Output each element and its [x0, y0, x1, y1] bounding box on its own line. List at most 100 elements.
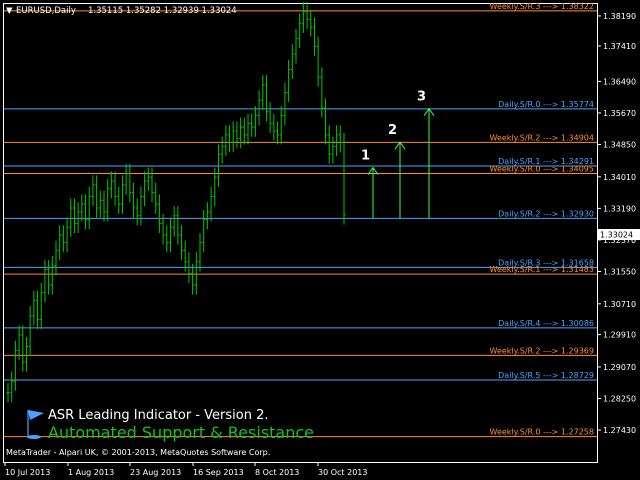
y-tick-label: 1.31550: [603, 267, 636, 276]
x-tick-label: 23 Aug 2013: [130, 468, 181, 477]
arrow-number: 3: [417, 90, 426, 105]
price-bar: [106, 179, 110, 222]
price-bar: [324, 98, 328, 145]
price-bar: [205, 202, 209, 230]
price-bar: [272, 113, 276, 141]
price-bar: [283, 82, 287, 126]
price-chart[interactable]: Weekly.S/R.3 ---> 1.38322 Daily.S/R.0 ---…: [0, 0, 640, 480]
price-bar: [312, 17, 316, 56]
price-bar: [80, 194, 84, 222]
price-bar: [72, 198, 76, 233]
price-bar: [143, 171, 147, 207]
price-bar: [146, 167, 150, 191]
price-bar: [6, 383, 10, 403]
price-bar: [36, 290, 40, 330]
level-label: Daily.S/R.0 ---> 1.35774: [498, 100, 594, 109]
price-bar: [287, 59, 291, 103]
target-arrow: 2: [388, 123, 406, 219]
price-bar: [198, 233, 202, 272]
chart-dropdown-icon[interactable]: ▼: [6, 6, 13, 16]
price-bar: [117, 186, 121, 214]
level-label: Weekly.S/R.0 ---> 1.27258: [490, 428, 595, 437]
price-bar: [76, 202, 80, 233]
price-bar: [132, 182, 136, 218]
price-bar: [338, 125, 342, 153]
x-tick-label: 16 Sep 2013: [193, 468, 244, 477]
arrow-number: 2: [388, 123, 397, 138]
level-label: Daily.S/R.5 ---> 1.28729: [498, 371, 594, 380]
price-bar: [91, 175, 95, 207]
level-label: Weekly.S/R.3 ---> 1.38322: [490, 2, 595, 11]
price-bar: [58, 225, 62, 260]
price-bar: [61, 225, 65, 253]
y-tick-label: 1.29070: [603, 363, 636, 372]
price-bar: [309, 9, 313, 37]
current-price-label: 1.33024: [600, 231, 633, 240]
price-bar: [109, 171, 113, 199]
level-label: Daily.S/R.4 ---> 1.30086: [498, 319, 594, 328]
price-bar: [290, 44, 294, 80]
price-bar: [32, 290, 36, 326]
target-arrow: 1: [361, 149, 379, 219]
price-bar: [172, 206, 176, 237]
chart-ohlc: 1.35115 1.35282 1.32939 1.33024: [88, 6, 237, 16]
price-bar: [253, 105, 257, 137]
price-bar: [327, 125, 331, 164]
price-bar: [191, 263, 195, 295]
y-tick-label: 1.29910: [603, 331, 636, 340]
price-bar: [165, 225, 169, 253]
time-axis[interactable]: 10 Jul 2013 1 Aug 2013 23 Aug 2013 16 Sep 2…: [4, 462, 367, 477]
indicator-title: ASR Leading Indicator - Version 2.: [48, 408, 269, 423]
price-bar: [242, 117, 246, 145]
arrow-number: 1: [361, 149, 370, 164]
level-label: Weekly.S/R.2 ---> 1.29369: [490, 346, 595, 355]
x-tick-label: 8 Oct 2013: [255, 468, 299, 477]
price-bar: [239, 117, 243, 149]
price-bar: [113, 171, 117, 207]
price-bar: [194, 252, 198, 295]
price-bar: [301, 2, 305, 33]
level-label: Weekly.S/R.1 ---> 1.31483: [490, 265, 595, 274]
y-tick-label: 1.38190: [603, 12, 636, 21]
price-bar: [235, 121, 239, 149]
y-tick-label: 1.30710: [603, 300, 636, 309]
y-tick-label: 1.35670: [603, 109, 636, 118]
price-bar: [84, 194, 88, 230]
price-bar: [120, 175, 124, 214]
price-bar: [98, 190, 102, 218]
price-bar: [154, 182, 158, 214]
price-bar: [298, 13, 302, 49]
price-bar: [250, 113, 254, 137]
price-bar: [10, 371, 14, 403]
price-bar: [335, 125, 339, 157]
price-bar: [69, 198, 73, 237]
price-bar: [13, 340, 17, 391]
price-bar: [257, 90, 261, 126]
support-resistance-levels: Weekly.S/R.3 ---> 1.38322 Daily.S/R.0 ---…: [4, 2, 597, 438]
price-bar: [168, 217, 172, 253]
x-tick-label: 10 Jul 2013: [5, 468, 50, 477]
y-tick-label: 1.27430: [603, 426, 636, 435]
price-bar: [128, 163, 132, 203]
indicator-subtitle: Automated Support & Resistance: [48, 423, 314, 442]
price-bar: [268, 102, 272, 133]
price-bar: [150, 167, 154, 203]
price-bar: [95, 175, 99, 218]
price-bar: [276, 121, 280, 145]
price-bar: [24, 336, 28, 372]
price-bar: [231, 121, 235, 153]
price-bar: [176, 206, 180, 245]
price-axis[interactable]: 1.38190 1.37410 1.36490 1.35670 1.34850 1.340…: [597, 12, 636, 435]
price-bars: [6, 2, 346, 403]
price-bar: [305, 2, 309, 30]
price-bar: [331, 136, 335, 164]
flag-icon: [27, 410, 44, 439]
footer-copyright: MetaTrader - Alpari UK, © 2001-2013, Met…: [6, 448, 270, 457]
price-bar: [180, 225, 184, 260]
price-bar: [102, 190, 106, 222]
price-bar: [124, 163, 128, 195]
price-bar: [87, 186, 91, 230]
y-tick-label: 1.37410: [603, 42, 636, 51]
price-bar: [316, 36, 320, 87]
y-tick-label: 1.34850: [603, 140, 636, 149]
